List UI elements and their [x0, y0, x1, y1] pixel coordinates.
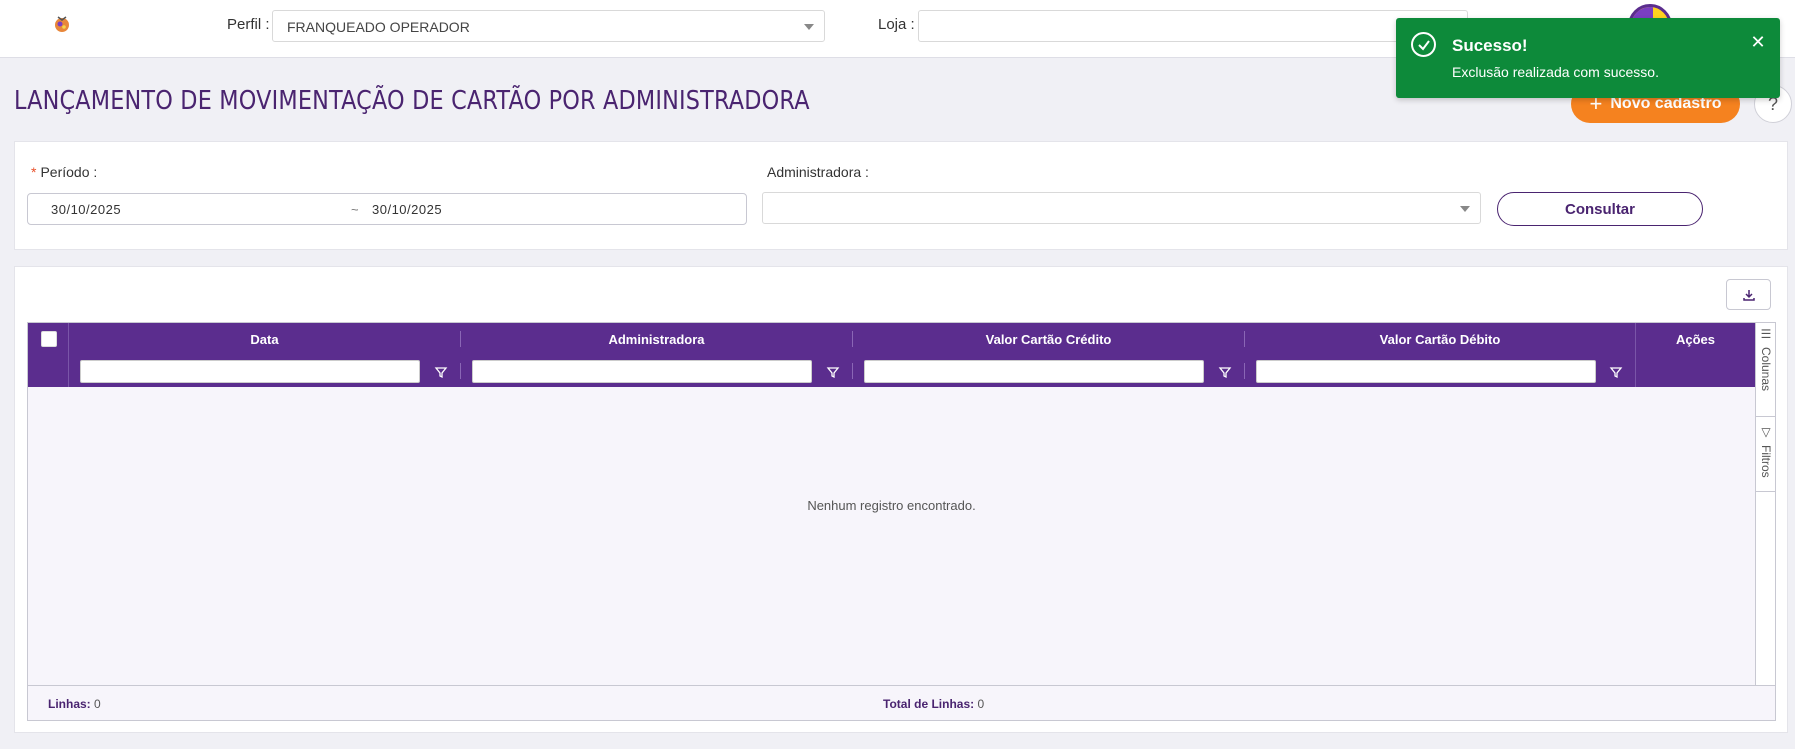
total-row-count: Total de Linhas: 0 [883, 697, 985, 711]
filter-icon: ▽ [1759, 425, 1773, 439]
filter-icon[interactable] [1609, 365, 1623, 379]
check-circle-icon [1411, 32, 1436, 57]
administradora-label: Administradora : [767, 164, 869, 180]
download-icon [1742, 289, 1755, 301]
toast-title: Sucesso! [1452, 36, 1528, 55]
perfil-select[interactable]: FRANQUEADO OPERADOR [272, 10, 825, 42]
columns-icon: ☰ [1759, 327, 1773, 341]
periodo-end-value[interactable]: 30/10/2025 [372, 202, 442, 217]
grid-side-panel: ☰ Colunas ▽ Filtros [1755, 323, 1776, 685]
filter-icon[interactable] [434, 365, 448, 379]
periodo-label: * Período : [31, 164, 98, 180]
column-header-data[interactable]: Data [69, 323, 460, 355]
periodo-start-value[interactable]: 30/10/2025 [51, 202, 121, 217]
columns-tab-label: Colunas [1759, 347, 1773, 392]
export-button[interactable] [1726, 279, 1771, 310]
close-icon[interactable]: ✕ [1748, 32, 1768, 52]
page-title: LANÇAMENTO DE MOVIMENTAÇÃO DE CARTÃO POR… [14, 86, 810, 116]
filter-input-data[interactable] [80, 360, 420, 383]
consultar-button[interactable]: Consultar [1497, 192, 1703, 226]
grid-footer: Linhas: 0 Total de Linhas: 0 [28, 685, 1775, 720]
perfil-select-value: FRANQUEADO OPERADOR [287, 19, 470, 35]
filter-icon[interactable] [1218, 365, 1232, 379]
column-header-administradora[interactable]: Administradora [461, 323, 852, 355]
success-toast: Sucesso! Exclusão realizada com sucesso.… [1396, 18, 1780, 98]
loja-select[interactable] [918, 10, 1468, 42]
chevron-down-icon [1460, 206, 1470, 212]
column-header-valor-debito[interactable]: Valor Cartão Débito [1245, 323, 1635, 355]
filters-tab-label: Filtros [1759, 445, 1773, 478]
filter-input-administradora[interactable] [472, 360, 812, 383]
row-count: Linhas: 0 [48, 697, 101, 711]
chevron-down-icon [804, 24, 814, 30]
column-header-acoes: Ações [1675, 331, 1716, 347]
filters-tool-tab[interactable]: ▽ Filtros [1756, 421, 1776, 491]
toast-message: Exclusão realizada com sucesso. [1452, 64, 1659, 80]
administradora-select[interactable] [762, 192, 1481, 224]
grid-header: Data Administradora Valor Cartão Crédito… [28, 323, 1755, 387]
filter-icon[interactable] [826, 365, 840, 379]
data-grid: Data Administradora Valor Cartão Crédito… [27, 322, 1776, 721]
column-header-valor-credito[interactable]: Valor Cartão Crédito [853, 323, 1244, 355]
filter-input-valor-credito[interactable] [864, 360, 1204, 383]
periodo-separator: ~ [351, 202, 360, 217]
brand-logo-icon[interactable] [52, 14, 72, 34]
perfil-label: Perfil : [227, 16, 270, 33]
filter-input-valor-debito[interactable] [1256, 360, 1596, 383]
columns-tool-tab[interactable]: ☰ Colunas [1756, 323, 1776, 413]
loja-label: Loja : [878, 16, 915, 33]
periodo-range-picker[interactable]: 30/10/2025 ~ 30/10/2025 [27, 193, 747, 225]
select-all-checkbox[interactable] [41, 331, 57, 347]
empty-state-message: Nenhum registro encontrado. [807, 498, 976, 513]
